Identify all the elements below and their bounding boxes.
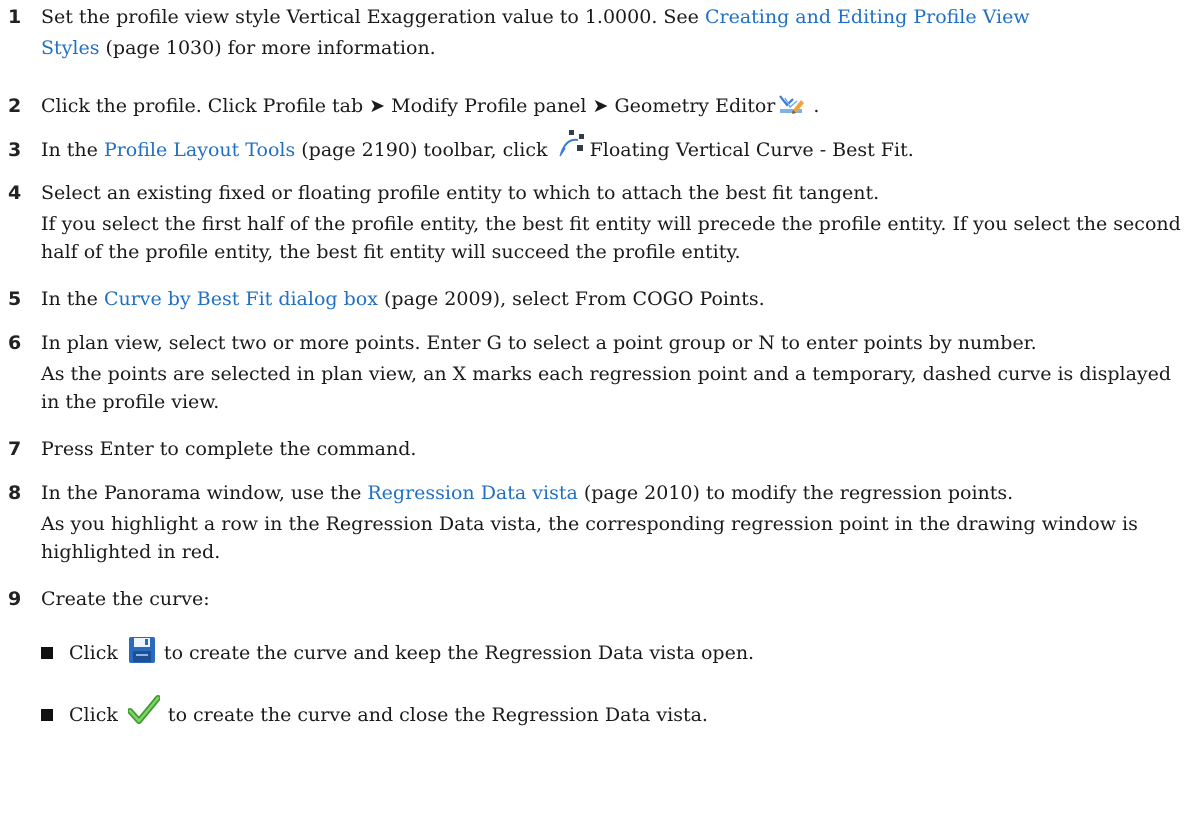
- document-page: 1 Set the profile view style Vertical Ex…: [0, 0, 1201, 829]
- step-text: Create the curve:: [41, 588, 210, 610]
- bullet-2-click: Click: [69, 704, 124, 726]
- step-text: Set the profile view style Vertical Exag…: [41, 3, 1030, 31]
- link-profile-layout-tools[interactable]: Profile Layout Tools: [104, 139, 295, 161]
- bullet-1-text: to create the curve and keep the Regress…: [157, 642, 755, 664]
- step-note: As you highlight a row in the Regression…: [41, 513, 1138, 563]
- step-number: 9: [8, 588, 22, 610]
- link-regression-data-vista[interactable]: Regression Data vista: [367, 482, 577, 504]
- bullet-2-text: to create the curve and close the Regres…: [161, 704, 708, 726]
- step-2-text: Click the profile. Click Profile tab ➤ M…: [41, 95, 776, 117]
- step-1-text: Set the profile view style Vertical Exag…: [41, 6, 705, 28]
- step-number: 3: [8, 139, 22, 161]
- step-number: 1: [8, 6, 22, 28]
- step-text: Press Enter to complete the command.: [41, 438, 417, 460]
- floating-vertical-curve-best-fit-icon[interactable]: [558, 128, 588, 158]
- bullet-text: Click to create the curve and keep the R…: [69, 636, 755, 668]
- step-text: In the Curve by Best Fit dialog box (pag…: [41, 285, 765, 313]
- step-note: As the points are selected in plan view,…: [41, 363, 1172, 413]
- step-number: 8: [8, 482, 22, 504]
- step-3-tool-name: Floating Vertical Curve - Best Fit.: [589, 139, 914, 161]
- step-text: In the Panorama window, use the Regressi…: [41, 479, 1013, 507]
- step-1-page-ref: (page 1030) for more information.: [99, 37, 436, 59]
- step-text: Click the profile. Click Profile tab ➤ M…: [41, 92, 819, 120]
- step-3-page-ref: (page 2190) toolbar, click: [295, 139, 554, 161]
- step-number: 2: [8, 95, 22, 117]
- step-3-text: In the: [41, 139, 104, 161]
- step-number: 7: [8, 438, 22, 460]
- geometry-editor-icon[interactable]: [779, 93, 805, 115]
- step-number: 6: [8, 332, 22, 354]
- step-number: 4: [8, 182, 22, 204]
- step-note: If you select the first half of the prof…: [41, 213, 1181, 263]
- step-text: In the Profile Layout Tools (page 2190) …: [41, 130, 914, 166]
- link-creating-editing-profile-view-styles[interactable]: Creating and Editing Profile View: [705, 6, 1030, 28]
- step-8-page-ref: (page 2010) to modify the regression poi…: [577, 482, 1014, 504]
- step-text-continued: Styles (page 1030) for more information.: [41, 34, 436, 62]
- step-text: Select an existing fixed or floating pro…: [41, 182, 880, 204]
- step-text: In plan view, select two or more points.…: [41, 332, 1037, 354]
- bullet-marker: [41, 709, 53, 721]
- checkmark-icon[interactable]: [126, 695, 161, 725]
- bullet-1-click: Click: [69, 642, 124, 664]
- step-number: 5: [8, 288, 22, 310]
- step-2-period: .: [807, 95, 820, 117]
- save-icon[interactable]: [128, 636, 156, 664]
- step-8-text: In the Panorama window, use the: [41, 482, 368, 504]
- bullet-marker: [41, 647, 53, 659]
- bullet-text: Click to create the curve and close the …: [69, 695, 708, 731]
- step-5-page-ref: (page 2009), select From COGO Points.: [377, 288, 765, 310]
- link-curve-by-best-fit-dialog-box[interactable]: Curve by Best Fit dialog box: [104, 288, 378, 310]
- step-5-text: In the: [41, 288, 104, 310]
- link-styles[interactable]: Styles: [41, 37, 99, 59]
